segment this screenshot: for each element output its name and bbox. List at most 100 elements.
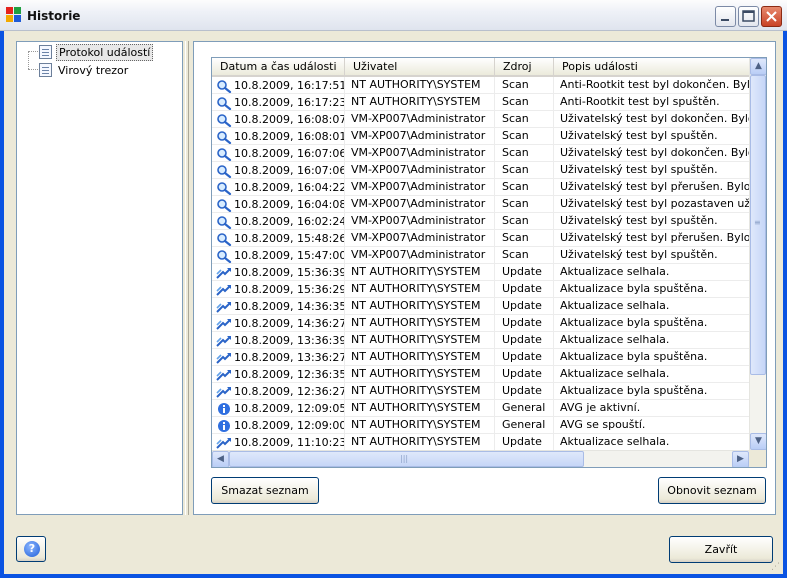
update-icon [216,283,232,297]
cell-user: VM-XP007\Administrator [345,247,495,264]
column-header-source[interactable]: Zdroj [495,58,554,75]
column-header-description[interactable]: Popis události [554,58,749,75]
cell-description: Aktualizace selhala. [560,299,670,312]
cell-description: Uživatelský test byl přerušen. Bylo nale… [560,180,749,193]
column-header-date[interactable]: Datum a čas události [212,58,345,75]
cell-date: 10.8.2009, 16:08:01 [212,128,345,145]
cell-date: 10.8.2009, 15:47:00 [212,247,345,264]
table-row[interactable]: 10.8.2009, 13:36:27 NT AUTHORITY\SYSTEM Up… [212,349,749,366]
help-button[interactable]: ? [16,536,46,562]
table-row[interactable]: 10.8.2009, 15:36:39 NT AUTHORITY\SYSTEM Up… [212,264,749,281]
scroll-right-button[interactable]: ▶ [732,451,749,467]
table-row[interactable]: 10.8.2009, 16:17:51 NT AUTHORITY\SYSTEM Sc… [212,77,749,94]
close-icon [766,11,777,22]
cell-description: Uživatelský test byl dokončen. Bylo nale [560,146,749,159]
cell-user: NT AUTHORITY\SYSTEM [345,434,495,450]
cell-source: General [495,417,554,434]
cell-description: Aktualizace byla spuštěna. [560,350,708,363]
cell-description: Anti-Rootkit test byl dokončen. Bylo nal… [560,78,749,91]
table-row[interactable]: 10.8.2009, 15:36:29 NT AUTHORITY\SYSTEM Up… [212,281,749,298]
scroll-left-button[interactable]: ◀ [212,451,229,467]
tree-item-label: Virový trezor [58,63,129,77]
event-datetime: 10.8.2009, 12:09:00 [234,418,345,432]
cell-date: 10.8.2009, 12:09:05 [212,400,345,417]
event-datetime: 10.8.2009, 16:17:51 [234,78,345,92]
clear-list-button[interactable]: Smazat seznam [211,477,319,504]
resize-grip-icon[interactable]: ⋰ [771,562,783,574]
table-row[interactable]: 10.8.2009, 16:07:06 VM-XP007\Administrato… [212,145,749,162]
table-row[interactable]: 10.8.2009, 16:02:24 VM-XP007\Administrato… [212,213,749,230]
table-row[interactable]: 10.8.2009, 16:08:01 VM-XP007\Administrato… [212,128,749,145]
close-window-button[interactable] [761,6,782,27]
refresh-list-button[interactable]: Obnovit seznam [658,477,766,504]
table-row[interactable]: 10.8.2009, 16:07:06 VM-XP007\Administrato… [212,162,749,179]
horizontal-scrollbar[interactable]: ◀ ||| ▶ [212,450,749,467]
cell-date: 10.8.2009, 12:36:27 [212,383,345,400]
cell-source: Update [495,298,554,315]
cell-date: 10.8.2009, 16:17:51 [212,77,345,94]
table-row[interactable]: 10.8.2009, 14:36:35 NT AUTHORITY\SYSTEM Up… [212,298,749,315]
event-datetime: 10.8.2009, 16:02:24 [234,214,345,228]
cell-date: 10.8.2009, 13:36:39 [212,332,345,349]
cell-date: 10.8.2009, 15:36:39 [212,264,345,281]
list-header: Datum a čas události Uživatel Zdroj Popi… [212,58,749,77]
table-row[interactable]: 10.8.2009, 16:04:22 VM-XP007\Administrato… [212,179,749,196]
scroll-down-button[interactable]: ▼ [750,433,766,450]
scroll-up-button[interactable]: ▲ [750,58,766,75]
cell-source: Update [495,383,554,400]
cell-description: Aktualizace byla spuštěna. [560,384,708,397]
cell-description: AVG je aktivní. [560,401,641,414]
cell-date: 10.8.2009, 14:36:35 [212,298,345,315]
cell-date: 10.8.2009, 16:08:07 [212,111,345,128]
cell-user: NT AUTHORITY\SYSTEM [345,366,495,383]
update-icon [216,351,232,365]
vertical-scrollbar[interactable]: ▲ ≡ ▼ [749,58,766,450]
horizontal-scroll-thumb[interactable]: ||| [229,451,584,467]
tree-item-label: Protokol událostí [56,43,154,61]
cell-date: 10.8.2009, 15:48:26 [212,230,345,247]
cell-description: Uživatelský test byl přerušen. Bylo nale… [560,231,749,244]
table-row[interactable]: 10.8.2009, 12:09:00 NT AUTHORITY\SYSTEM Ge… [212,417,749,434]
table-row[interactable]: 10.8.2009, 15:48:26 VM-XP007\Administrato… [212,230,749,247]
search-icon [216,113,232,127]
help-icon: ? [24,541,40,557]
update-icon [216,334,232,348]
cell-description: Anti-Rootkit test byl spuštěn. [560,95,720,108]
event-list[interactable]: Datum a čas události Uživatel Zdroj Popi… [211,57,767,468]
table-row[interactable]: 10.8.2009, 11:10:23 NT AUTHORITY\SYSTEM Up… [212,434,749,450]
table-row[interactable]: 10.8.2009, 16:08:07 VM-XP007\Administrato… [212,111,749,128]
table-row[interactable]: 10.8.2009, 16:04:08 VM-XP007\Administrato… [212,196,749,213]
event-datetime: 10.8.2009, 16:17:23 [234,95,345,109]
vertical-scroll-thumb[interactable]: ≡ [750,75,766,375]
event-datetime: 10.8.2009, 12:09:05 [234,401,345,415]
cell-source: Update [495,315,554,332]
event-datetime: 10.8.2009, 11:10:23 [234,435,345,449]
tree-item-virus-vault[interactable]: Virový trezor [39,62,130,78]
search-icon [216,96,232,110]
table-row[interactable]: 10.8.2009, 12:36:27 NT AUTHORITY\SYSTEM Up… [212,383,749,400]
cell-user: NT AUTHORITY\SYSTEM [345,332,495,349]
table-row[interactable]: 10.8.2009, 12:09:05 NT AUTHORITY\SYSTEM Ge… [212,400,749,417]
update-icon [216,317,232,331]
minimize-button[interactable] [715,6,736,27]
table-row[interactable]: 10.8.2009, 13:36:39 NT AUTHORITY\SYSTEM Up… [212,332,749,349]
maximize-button[interactable] [738,6,759,27]
event-datetime: 10.8.2009, 12:36:35 [234,367,345,381]
table-row[interactable]: 10.8.2009, 15:47:00 VM-XP007\Administrato… [212,247,749,264]
window-title: Historie [27,9,81,23]
table-row[interactable]: 10.8.2009, 12:36:35 NT AUTHORITY\SYSTEM Up… [212,366,749,383]
dialog-body: Protokol událostí Virový trezor Datum a … [4,31,783,574]
event-datetime: 10.8.2009, 15:47:00 [234,248,345,262]
table-row[interactable]: 10.8.2009, 16:17:23 NT AUTHORITY\SYSTEM Sc… [212,94,749,111]
tree-item-event-log[interactable]: Protokol událostí [39,43,154,61]
panel-splitter[interactable] [185,41,189,515]
title-bar[interactable]: Historie [0,0,787,31]
column-header-user[interactable]: Uživatel [345,58,495,75]
tree-connector [28,51,38,52]
table-row[interactable]: 10.8.2009, 14:36:27 NT AUTHORITY\SYSTEM Up… [212,315,749,332]
cell-user: VM-XP007\Administrator [345,230,495,247]
cell-user: NT AUTHORITY\SYSTEM [345,383,495,400]
event-datetime: 10.8.2009, 14:36:27 [234,316,345,330]
close-button[interactable]: Zavřít [669,536,773,563]
grip-icon: ≡ [754,218,761,227]
